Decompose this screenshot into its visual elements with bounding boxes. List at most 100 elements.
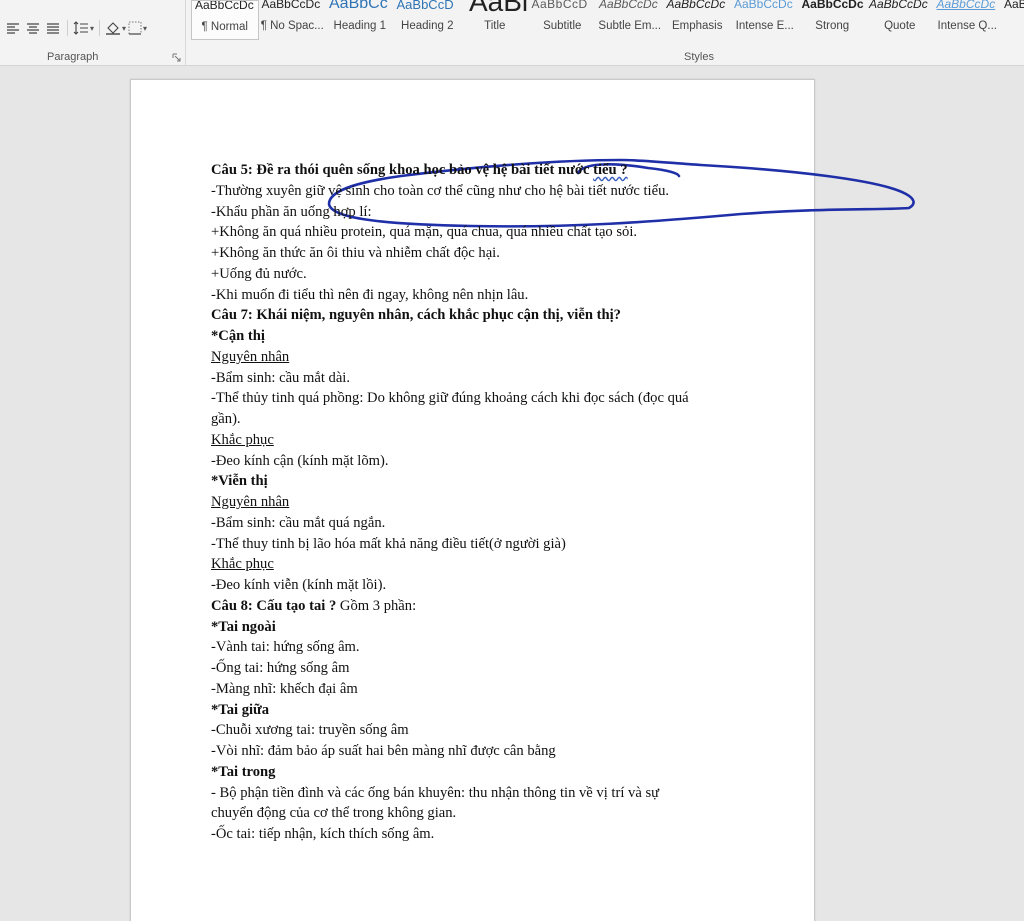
document-line[interactable]: -Vành tai: hứng sống âm. (211, 637, 771, 658)
style-name: Emphasis (672, 20, 723, 32)
style-sample: AaBbCcDc (734, 0, 793, 11)
paragraph-tools: ▾ ▾ ▾ (4, 18, 147, 38)
style-sub[interactable]: AaB Sub (1001, 0, 1024, 40)
text-run: -Vành tai: hứng sống âm. (211, 639, 360, 656)
style-subtle-em[interactable]: AaBbCcDc Subtle Em... (596, 0, 664, 40)
style-sample: AaBbCcDc (801, 0, 864, 11)
document-line[interactable]: -Thể thuy tinh bị lão hóa mất khả năng đ… (211, 534, 771, 555)
document-line[interactable]: Khắc phục (211, 554, 771, 575)
style-name: Title (484, 20, 506, 32)
document-line[interactable]: gần). (211, 409, 771, 430)
text-run: +Uống đủ nước. (211, 265, 307, 282)
text-run: Nguyên nhân (211, 348, 290, 365)
document-line[interactable]: -Đeo kính cận (kính mặt lõm). (211, 451, 771, 472)
text-run: -Thể thủy tinh quá phồng: Do không giữ đ… (211, 390, 689, 407)
styles-group: AaBbCcDc ¶ Normal AaBbCcDc ¶ No Spac... AaBb… (187, 0, 1024, 66)
text-run: -Đeo kính viễn (kính mặt lồi). (211, 577, 387, 593)
document-line[interactable]: Câu 7: Khái niệm, nguyên nhân, cách khắc… (211, 305, 771, 326)
style-name: Intense Q... (937, 20, 997, 32)
style-strong[interactable]: AaBbCcDc Strong (799, 0, 867, 40)
style-intense-q[interactable]: AaBbCcDc Intense Q... (934, 0, 1002, 40)
document-body[interactable]: Câu 5: Đề ra thói quên sống khoa học bảo… (211, 160, 771, 845)
text-run: Khắc phục (211, 431, 274, 448)
paragraph-group: ▾ ▾ ▾ Paragraph (0, 0, 186, 66)
text-run: -Bẩm sinh: cầu mắt quá ngắn. (211, 514, 386, 531)
document-line[interactable]: -Đeo kính viễn (kính mặt lồi). (211, 575, 771, 596)
document-line[interactable]: *Viễn thị (211, 471, 771, 492)
text-run: Câu 8: Cấu tạo tai ? (211, 597, 340, 614)
style-name: Intense E... (735, 20, 794, 32)
document-page[interactable]: Câu 5: Đề ra thói quên sống khoa học bảo… (130, 79, 915, 921)
document-line[interactable]: Nguyên nhân (211, 492, 771, 513)
style-title[interactable]: AaBl Title (461, 0, 529, 40)
style-quote[interactable]: AaBbCcDc Quote (866, 0, 934, 40)
text-run: -Màng nhĩ: khếch đại âm (211, 680, 358, 697)
borders-button[interactable]: ▾ (128, 18, 147, 38)
document-line[interactable]: -Thường xuyên giữ vệ sinh cho toàn cơ th… (211, 181, 771, 202)
document-line[interactable]: -Ốc tai: tiếp nhận, kích thích sống âm. (211, 824, 771, 845)
styles-gallery: AaBbCcDc ¶ Normal AaBbCcDc ¶ No Spac... AaBb… (191, 0, 1024, 40)
text-run: -Khi muốn đi tiểu thì nên đi ngay, không… (211, 286, 529, 303)
document-line[interactable]: *Tai trong (211, 762, 771, 783)
document-line[interactable]: *Cận thị (211, 326, 771, 347)
style-name: ¶ Normal (201, 21, 248, 33)
document-line[interactable]: Khắc phục (211, 430, 771, 451)
style-sample: AaBbCcDc (261, 0, 321, 11)
style-sample: AaBbCcDc (666, 0, 726, 11)
document-line[interactable]: -Khi muốn đi tiểu thì nên đi ngay, không… (211, 285, 771, 306)
text-run: - Bộ phận tiền đình và các ống bán khuyê… (211, 784, 660, 801)
document-line[interactable]: Câu 5: Đề ra thói quên sống khoa học bảo… (211, 160, 771, 181)
document-line[interactable]: *Tai giữa (211, 700, 771, 721)
document-line[interactable]: -Vòi nhĩ: đảm bảo áp suất hai bên màng n… (211, 741, 771, 762)
document-line[interactable]: Nguyên nhân (211, 347, 771, 368)
document-line[interactable]: chuyển động của cơ thể trong không gian. (211, 803, 771, 824)
justify-button[interactable] (44, 18, 62, 38)
style-emphasis[interactable]: AaBbCcDc Emphasis (664, 0, 732, 40)
text-run: Câu 7: Khái niệm, nguyên nhân, cách khắc… (211, 307, 621, 324)
style-heading-1[interactable]: AaBbCc Heading 1 (326, 0, 394, 40)
text-run: -Vòi nhĩ: đảm bảo áp suất hai bên màng n… (211, 743, 556, 759)
document-line[interactable]: +Không ăn quá nhiều protein, quá mặn, qu… (211, 222, 771, 243)
separator (67, 20, 68, 36)
document-line[interactable]: +Uống đủ nước. (211, 264, 771, 285)
document-line[interactable]: -Chuỗi xương tai: truyền sống âm (211, 720, 771, 741)
style-sample: AaBbCcDc (599, 0, 658, 11)
text-run: *Viễn thị (211, 473, 268, 490)
text-run: *Tai trong (211, 763, 276, 780)
align-center-icon (27, 23, 39, 34)
style-intense-e[interactable]: AaBbCcDc Intense E... (731, 0, 799, 40)
line-spacing-button[interactable]: ▾ (73, 18, 94, 38)
document-line[interactable]: -Ống tai: hứng sống âm (211, 658, 771, 679)
align-left-button[interactable] (4, 18, 22, 38)
style-no-spac[interactable]: AaBbCcDc ¶ No Spac... (259, 0, 327, 40)
document-line[interactable]: Câu 8: Cấu tạo tai ? Gồm 3 phần: (211, 596, 771, 617)
document-line[interactable]: -Bẩm sinh: cầu mắt quá ngắn. (211, 513, 771, 534)
style-heading-2[interactable]: AaBbCcD Heading 2 (394, 0, 462, 40)
shading-button[interactable]: ▾ (105, 18, 126, 38)
justify-icon (47, 23, 59, 34)
document-line[interactable]: - Bộ phận tiền đình và các ống bán khuyê… (211, 783, 771, 804)
text-run: *Tai giữa (211, 701, 270, 718)
text-run: Nguyên nhân (211, 494, 290, 510)
document-line[interactable]: -Thể thủy tinh quá phồng: Do không giữ đ… (211, 388, 771, 409)
style-name: Subtitle (543, 20, 582, 32)
style-name: Quote (884, 20, 916, 32)
document-line[interactable]: +Không ăn thức ăn ôi thiu và nhiễm chất … (211, 243, 771, 264)
chevron-down-icon: ▾ (90, 23, 95, 33)
text-run: -Thường xuyên giữ vệ sinh cho toàn cơ th… (211, 182, 670, 199)
document-line[interactable]: *Tai ngoài (211, 617, 771, 638)
document-line[interactable]: -Bẩm sinh: cầu mắt dài. (211, 368, 771, 389)
text-run: Gồm 3 phần: (339, 597, 417, 614)
align-center-button[interactable] (24, 18, 42, 38)
style-normal[interactable]: AaBbCcDc ¶ Normal (191, 0, 259, 40)
style-subtitle[interactable]: AaBbCcD Subtitle (529, 0, 597, 40)
text-run: +Không ăn thức ăn ôi thiu và nhiễm chất … (211, 245, 500, 261)
separator (99, 20, 101, 36)
ribbon: ▾ ▾ ▾ Paragraph AaBbCcDc ¶ Normal AaBbCcDc… (0, 0, 1024, 66)
text-run: +Không ăn quá nhiều protein, quá mặn, qu… (211, 224, 638, 241)
styles-group-label: Styles (684, 51, 714, 63)
document-line[interactable]: -Khẩu phần ăn uống hợp lí: (211, 202, 771, 223)
text-run: Câu 5: Đề ra thói quên sống khoa học bảo… (211, 162, 594, 178)
document-line[interactable]: -Màng nhĩ: khếch đại âm (211, 679, 771, 700)
dialog-launcher-icon[interactable] (172, 53, 181, 62)
